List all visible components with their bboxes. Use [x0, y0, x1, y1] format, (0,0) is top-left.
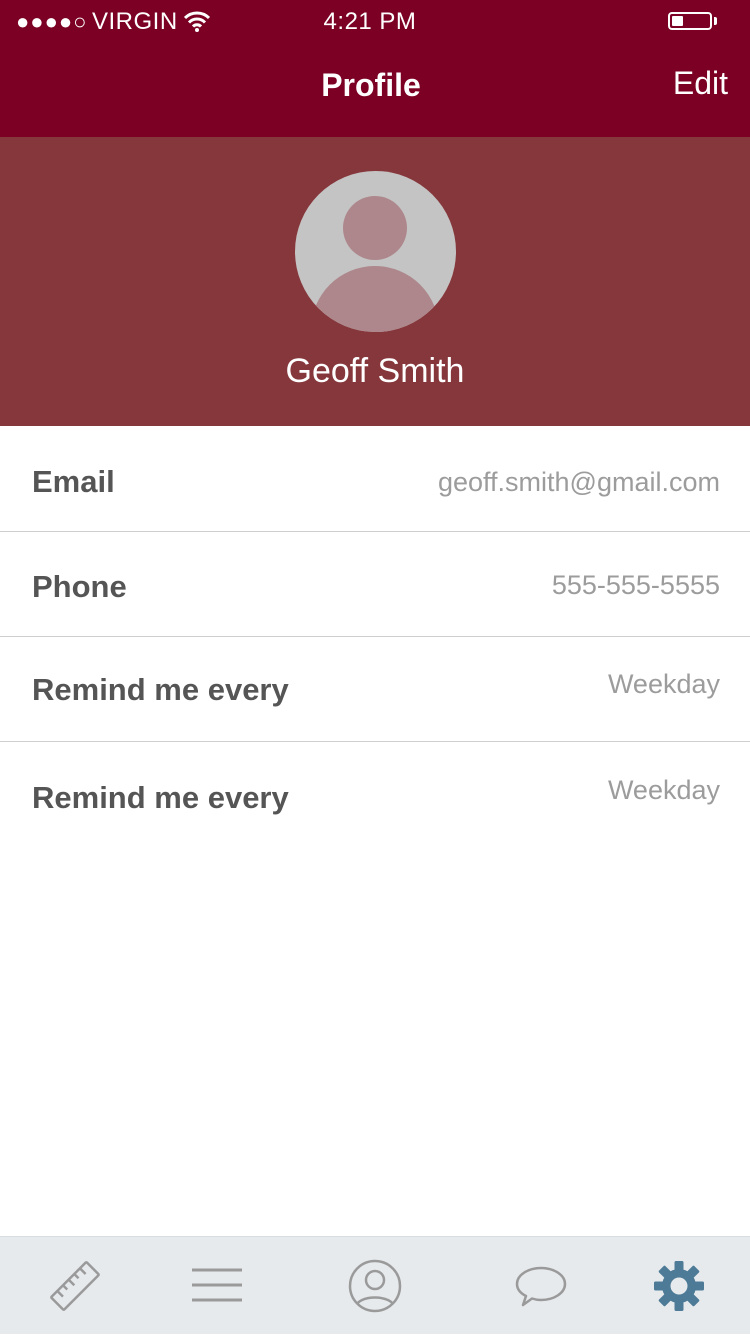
battery-tip	[714, 17, 717, 25]
ruler-icon	[50, 1261, 100, 1311]
phone-value: 555-555-5555	[551, 570, 720, 600]
edit-button[interactable]: Edit	[673, 64, 728, 102]
tab-list[interactable]	[162, 1237, 272, 1335]
avatar[interactable]	[295, 171, 456, 332]
reminder-row[interactable]: Remind me every Weekday	[0, 636, 750, 742]
chat-icon	[515, 1266, 567, 1307]
profile-header: Geoff Smith	[0, 137, 750, 426]
phone-row[interactable]: Phone 555-555-5555	[0, 531, 750, 637]
avatar-head-shape	[343, 196, 407, 260]
reminder-value: Weekday	[607, 669, 720, 699]
email-row[interactable]: Email geoff.smith@gmail.com	[0, 426, 750, 532]
tab-profile[interactable]	[320, 1237, 430, 1335]
battery-icon	[668, 12, 712, 30]
reminder-value-2: Weekday	[607, 775, 720, 805]
reminder-label-2: Remind me every	[32, 780, 289, 815]
email-label: Email	[32, 464, 115, 499]
avatar-body-shape	[311, 266, 439, 332]
navigation-bar: Profile Edit	[0, 40, 750, 137]
reminder-row-2[interactable]: Remind me every Weekday	[0, 742, 750, 847]
tab-bar	[0, 1236, 750, 1334]
status-time: 4:21 PM	[323, 8, 417, 35]
page-title: Profile	[321, 67, 421, 103]
reminder-label: Remind me every	[32, 672, 289, 707]
menu-icon	[192, 1268, 242, 1302]
tab-settings[interactable]	[624, 1237, 734, 1335]
tab-messages[interactable]	[486, 1237, 596, 1335]
profile-name: Geoff Smith	[285, 352, 465, 390]
battery-level	[672, 16, 683, 26]
profile-icon	[348, 1259, 402, 1313]
phone-label: Phone	[32, 569, 127, 604]
gear-icon	[654, 1261, 704, 1311]
email-value: geoff.smith@gmail.com	[437, 467, 720, 497]
status-bar: ●●●●○ VIRGIN 4:21 PM	[0, 0, 750, 40]
tab-measure[interactable]	[20, 1237, 130, 1335]
